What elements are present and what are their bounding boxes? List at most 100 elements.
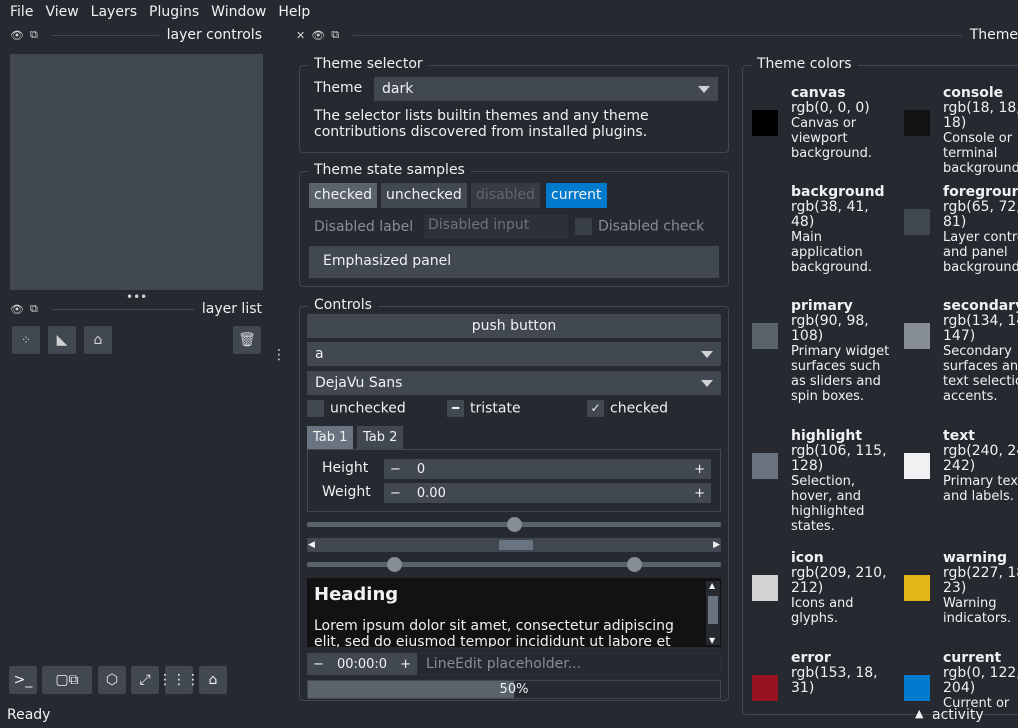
push-button[interactable]: push button bbox=[307, 314, 721, 338]
vertical-dock-handle[interactable]: ⋮ bbox=[272, 348, 286, 362]
eye-icon[interactable]: 👁 bbox=[10, 303, 24, 316]
eye-icon[interactable]: 👁 bbox=[10, 29, 24, 42]
color-rgb: rgb(0, 0, 0) bbox=[791, 100, 870, 116]
progress-text: 50% bbox=[499, 682, 529, 697]
console-button[interactable]: >_ bbox=[9, 666, 37, 694]
arrow-down-icon[interactable]: ▼ bbox=[709, 636, 715, 645]
tab-1[interactable]: Tab 1 bbox=[307, 426, 354, 449]
menu-window[interactable]: Window bbox=[205, 4, 272, 20]
group-title: Controls bbox=[308, 297, 378, 313]
line-edit[interactable]: LineEdit placeholder... bbox=[417, 653, 721, 675]
arrow-up-icon[interactable]: ▲ bbox=[709, 581, 715, 590]
horizontal-scrollbar[interactable]: ◀ ▶ bbox=[307, 538, 721, 552]
float-icon[interactable]: ⧉ bbox=[30, 28, 38, 42]
scrollbar-thumb[interactable] bbox=[499, 540, 533, 550]
weight-spinbox[interactable]: −0.00 + bbox=[384, 483, 711, 503]
menu-view[interactable]: View bbox=[39, 4, 84, 20]
status-text: Ready bbox=[7, 707, 51, 723]
color-name: foreground bbox=[943, 184, 1018, 200]
minus-icon[interactable]: − bbox=[313, 657, 324, 672]
checkbox-tristate[interactable]: ━ tristate bbox=[447, 400, 521, 417]
menu-plugins[interactable]: Plugins bbox=[143, 4, 205, 20]
minus-icon[interactable]: − bbox=[390, 486, 401, 501]
scrollbar-thumb[interactable] bbox=[708, 596, 718, 624]
vertical-scrollbar[interactable]: ▲ ▼ bbox=[706, 581, 720, 645]
roll-button[interactable]: ⬡ bbox=[98, 666, 126, 694]
new-points-button[interactable]: ⁘ bbox=[12, 326, 40, 354]
color-name: primary bbox=[791, 298, 853, 314]
grid-button[interactable]: ⋮⋮⋮ bbox=[158, 666, 200, 694]
theme-combo[interactable]: dark bbox=[374, 77, 718, 101]
plus-icon[interactable]: + bbox=[694, 462, 705, 477]
color-entry-foreground: foregroundrgb(65, 72, 81)Layer controls … bbox=[943, 184, 1018, 275]
checkbox-checked[interactable]: ✓ checked bbox=[587, 400, 668, 417]
cube-icon: ⬡ bbox=[105, 672, 119, 688]
menu-file[interactable]: File bbox=[4, 4, 39, 20]
checkbox-unchecked[interactable]: unchecked bbox=[307, 400, 406, 417]
color-entry-error: error rgb(153, 18, 31) bbox=[791, 650, 891, 696]
layer-list-title: layer list bbox=[201, 301, 262, 317]
disabled-label: Disabled label bbox=[314, 219, 414, 235]
color-rgb: rgb(209, 210, 212) bbox=[791, 565, 887, 596]
activity-button[interactable]: activity bbox=[932, 707, 984, 723]
arrow-left-icon[interactable]: ◀ bbox=[308, 538, 315, 552]
checkbox-box[interactable]: ━ bbox=[447, 400, 464, 417]
status-bar: Ready ▲ activity bbox=[0, 702, 1018, 728]
color-swatch-highlight bbox=[752, 453, 778, 479]
ndisplay-button[interactable]: ▢⧉ bbox=[42, 666, 92, 694]
terminal-icon: >_ bbox=[13, 672, 33, 688]
layer-list-header: 👁 ⧉ layer list bbox=[10, 298, 262, 320]
range-handle-low[interactable] bbox=[386, 557, 402, 572]
menu-help[interactable]: Help bbox=[272, 4, 316, 20]
disabled-input: Disabled input bbox=[424, 215, 568, 239]
home-button[interactable]: ⌂ bbox=[199, 666, 227, 694]
color-desc: Icons and glyphs. bbox=[791, 596, 854, 626]
slider-handle[interactable] bbox=[507, 517, 522, 532]
color-swatch-console bbox=[904, 110, 930, 136]
combo-a[interactable]: a bbox=[307, 342, 721, 366]
color-desc: Selection, hover, and highlighted states… bbox=[791, 474, 865, 534]
time-edit[interactable]: −00:00:0 + bbox=[307, 653, 417, 675]
color-desc: Main application background. bbox=[791, 230, 873, 275]
menu-layers[interactable]: Layers bbox=[85, 4, 143, 20]
theme-label: Theme bbox=[314, 80, 363, 96]
float-icon[interactable]: ⧉ bbox=[30, 302, 38, 316]
check-icon[interactable]: ✓ bbox=[587, 400, 604, 417]
color-desc: Secondary surfaces and text selection ac… bbox=[943, 344, 1018, 404]
color-swatch-current bbox=[904, 675, 930, 701]
new-shapes-button[interactable]: ◣ bbox=[48, 326, 76, 354]
checkbox-box[interactable] bbox=[307, 400, 324, 417]
transpose-button[interactable]: ⤢ bbox=[131, 666, 159, 694]
theme-dock-title: Theme bbox=[969, 27, 1018, 43]
color-name: current bbox=[943, 650, 1002, 666]
float-icon[interactable]: ⧉ bbox=[331, 28, 339, 42]
range-slider-track[interactable] bbox=[307, 562, 721, 567]
plus-icon[interactable]: + bbox=[694, 486, 705, 501]
plus-icon[interactable]: + bbox=[400, 657, 411, 672]
unchecked-button[interactable]: unchecked bbox=[381, 183, 467, 208]
current-button[interactable]: current bbox=[546, 183, 607, 208]
weight-label: Weight bbox=[322, 484, 371, 500]
eye-icon[interactable]: 👁 bbox=[311, 29, 325, 42]
tag-icon: ⌂ bbox=[93, 332, 103, 348]
tab-2[interactable]: Tab 2 bbox=[357, 426, 404, 449]
color-entry-text: textrgb(240, 241, 242)Primary text and l… bbox=[943, 428, 1018, 504]
chevron-up-icon[interactable]: ▲ bbox=[915, 707, 923, 720]
theme-dock-header: ✕ 👁 ⧉ Theme bbox=[296, 24, 1018, 46]
delete-layer-button[interactable]: 🗑 bbox=[233, 326, 261, 354]
range-handle-high[interactable] bbox=[627, 557, 643, 572]
height-spinbox[interactable]: −0 + bbox=[384, 459, 711, 479]
font-combo[interactable]: DejaVu Sans bbox=[307, 371, 721, 395]
checkbox-box bbox=[575, 218, 592, 235]
arrow-right-icon[interactable]: ▶ bbox=[713, 538, 720, 552]
color-name: icon bbox=[791, 550, 824, 566]
new-labels-button[interactable]: ⌂ bbox=[84, 326, 112, 354]
color-entry-background: background rgb(38, 41, 48) Main applicatio… bbox=[791, 184, 891, 275]
chevron-down-icon bbox=[698, 85, 710, 93]
rich-text-box[interactable]: Heading Lorem ipsum dolor sit amet, cons… bbox=[307, 578, 721, 647]
minus-icon[interactable]: − bbox=[390, 462, 401, 477]
checked-button[interactable]: checked bbox=[309, 183, 377, 208]
heading-text: Heading bbox=[314, 584, 399, 605]
close-icon[interactable]: ✕ bbox=[296, 29, 305, 42]
color-name: error bbox=[791, 650, 831, 666]
